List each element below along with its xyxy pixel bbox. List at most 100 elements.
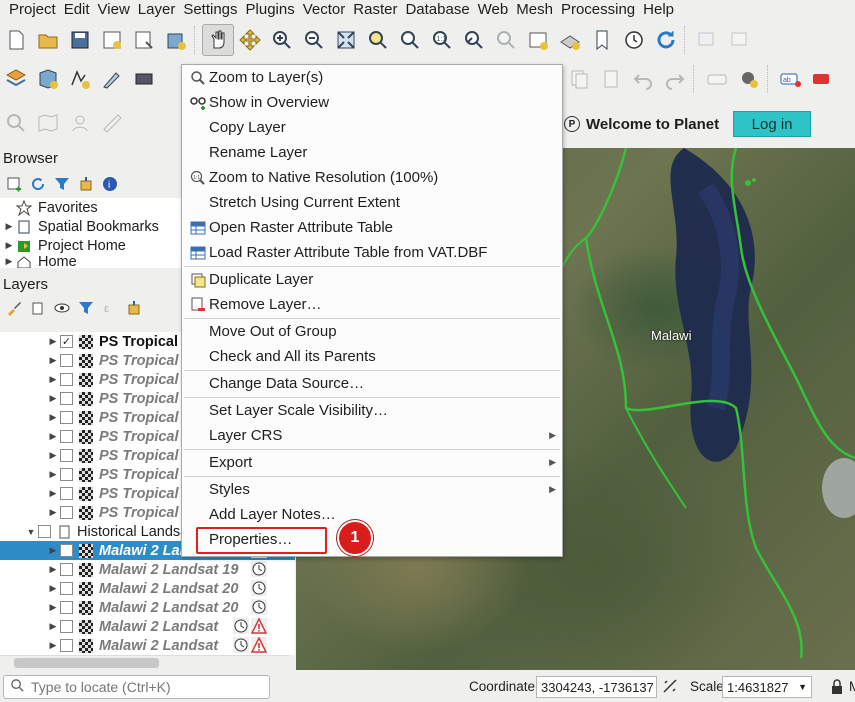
menu-project[interactable]: Project	[0, 0, 60, 19]
menu-item-zoom-to-layer-s[interactable]: Zoom to Layer(s)	[182, 65, 562, 90]
menu-edit[interactable]: Edit	[60, 0, 94, 19]
new-3d-view-icon[interactable]	[554, 24, 586, 56]
menu-vector[interactable]: Vector	[299, 0, 350, 19]
clock-icon[interactable]	[618, 24, 650, 56]
menu-item-export[interactable]: Export ▶	[182, 450, 562, 475]
layer-visibility-checkbox[interactable]	[60, 487, 73, 500]
expand-arrow-icon[interactable]: ▶	[46, 355, 60, 366]
layer-row[interactable]: ▶ Malawi 2 Landsat 19	[0, 560, 295, 579]
lock-scale-icon[interactable]	[830, 679, 844, 695]
menu-item-copy-layer[interactable]: Copy Layer	[182, 115, 562, 140]
select-features-icon[interactable]	[692, 24, 724, 56]
expand-arrow-icon[interactable]: ▶	[46, 507, 60, 518]
digitize-icon[interactable]	[96, 63, 128, 95]
expand-arrow-icon[interactable]: ▶	[2, 221, 16, 232]
warning-icon[interactable]	[251, 618, 267, 634]
zoom-next-icon[interactable]	[490, 24, 522, 56]
add-group-icon[interactable]	[28, 298, 48, 318]
expand-arrow-icon[interactable]: ▶	[46, 450, 60, 461]
label-text-icon[interactable]: ab	[775, 63, 807, 95]
undo-icon[interactable]	[627, 63, 659, 95]
user-icon[interactable]	[64, 107, 96, 139]
expand-all-icon[interactable]	[124, 298, 144, 318]
coordinate-field[interactable]: 3304243, -1736137	[536, 676, 657, 698]
expand-arrow-icon[interactable]: ▶	[46, 602, 60, 613]
layer-visibility-checkbox[interactable]	[60, 373, 73, 386]
expand-arrow-icon[interactable]: ▶	[46, 469, 60, 480]
menu-item-rename-layer[interactable]: Rename Layer	[182, 140, 562, 165]
menu-item-add-layer-notes[interactable]: Add Layer Notes…	[182, 502, 562, 527]
scrollbar-thumb[interactable]	[14, 658, 159, 668]
new-map-view-icon[interactable]	[522, 24, 554, 56]
menu-help[interactable]: Help	[639, 0, 678, 19]
expand-arrow-icon[interactable]: ▶	[46, 640, 60, 651]
menu-item-open-raster-attribute-table[interactable]: Open Raster Attribute Table	[182, 215, 562, 240]
menu-item-change-data-source[interactable]: Change Data Source…	[182, 371, 562, 396]
expand-arrow-icon[interactable]: ▶	[46, 393, 60, 404]
paste-icon[interactable]	[595, 63, 627, 95]
pan-hand-icon[interactable]	[202, 24, 234, 56]
layer-visibility-checkbox[interactable]	[60, 582, 73, 595]
filter-expression-icon[interactable]: ε	[100, 298, 120, 318]
layer-visibility-checkbox[interactable]	[60, 639, 73, 652]
menu-item-set-layer-scale-visibility[interactable]: Set Layer Scale Visibility…	[182, 398, 562, 423]
zoom-full-icon[interactable]	[330, 24, 362, 56]
menu-layer[interactable]: Layer	[134, 0, 180, 19]
style-brush-icon[interactable]	[4, 298, 24, 318]
scale-field[interactable]: 1:4631827 ▼	[722, 676, 812, 698]
new-shapefile-icon[interactable]	[64, 63, 96, 95]
style-manager-icon[interactable]	[160, 24, 192, 56]
menu-item-remove-layer[interactable]: Remove Layer…	[182, 292, 562, 317]
add-vector-layer-icon[interactable]	[32, 63, 64, 95]
menu-processing[interactable]: Processing	[557, 0, 639, 19]
layer-visibility-checkbox[interactable]	[60, 430, 73, 443]
map-tips-icon[interactable]	[32, 107, 64, 139]
menu-database[interactable]: Database	[401, 0, 473, 19]
expand-arrow-icon[interactable]: ▶	[46, 545, 60, 556]
filter-legend-icon[interactable]	[76, 298, 96, 318]
menu-item-styles[interactable]: Styles ▶	[182, 477, 562, 502]
save-project-icon[interactable]	[64, 24, 96, 56]
menu-item-check-and-all-its-parents[interactable]: Check and All its Parents	[182, 344, 562, 369]
diagram-icon[interactable]	[733, 63, 765, 95]
menu-item-layer-crs[interactable]: Layer CRS ▶	[182, 423, 562, 448]
layer-row[interactable]: ▶ Malawi 2 Landsat 20	[0, 579, 295, 598]
zoom-last-icon[interactable]	[458, 24, 490, 56]
visibility-eye-icon[interactable]	[52, 298, 72, 318]
pan-to-selection-icon[interactable]	[234, 24, 266, 56]
refresh-icon[interactable]	[650, 24, 682, 56]
deselect-icon[interactable]	[724, 24, 756, 56]
expand-arrow-icon[interactable]: ▶	[46, 488, 60, 499]
refresh-icon[interactable]	[28, 174, 48, 194]
menu-item-move-out-of-group[interactable]: Move Out of Group	[182, 319, 562, 344]
menu-plugins[interactable]: Plugins	[242, 0, 299, 19]
layer-visibility-checkbox[interactable]	[60, 354, 73, 367]
zoom-native-icon[interactable]: 1:1	[426, 24, 458, 56]
layer-visibility-checkbox[interactable]	[60, 601, 73, 614]
expand-arrow-icon[interactable]: ▶	[46, 412, 60, 423]
layer-row[interactable]: ▶ Malawi 2 Landsat 20	[0, 598, 295, 617]
expand-arrow-icon[interactable]: ▶	[46, 431, 60, 442]
expand-arrow-icon[interactable]: ▶	[2, 256, 16, 267]
menu-item-load-raster-attribute-table-from-vat-dbf[interactable]: Load Raster Attribute Table from VAT.DBF	[182, 240, 562, 265]
group-visibility-checkbox[interactable]	[38, 525, 51, 538]
filter-icon[interactable]	[52, 174, 72, 194]
open-project-icon[interactable]	[32, 24, 64, 56]
menu-item-stretch-using-current-extent[interactable]: Stretch Using Current Extent	[182, 190, 562, 215]
layers-horizontal-scrollbar[interactable]	[0, 655, 290, 669]
zoom-to-selection-icon[interactable]	[362, 24, 394, 56]
layer-visibility-checkbox[interactable]	[60, 563, 73, 576]
menu-item-duplicate-layer[interactable]: Duplicate Layer	[182, 267, 562, 292]
identify-search-icon[interactable]	[0, 107, 32, 139]
expand-arrow-icon[interactable]: ▶	[46, 564, 60, 575]
collapse-all-icon[interactable]	[76, 174, 96, 194]
expand-arrow-icon[interactable]: ▶	[46, 374, 60, 385]
menu-item-show-in-overview[interactable]: Show in Overview	[182, 90, 562, 115]
layer-row[interactable]: ▶ Malawi 2 Landsat	[0, 617, 295, 636]
zoom-to-layer-icon[interactable]	[394, 24, 426, 56]
menu-item-zoom-to-native-resolution-100[interactable]: 1:1 Zoom to Native Resolution (100%)	[182, 165, 562, 190]
expand-arrow-icon[interactable]: ▶	[46, 583, 60, 594]
locator-search-input[interactable]: Type to locate (Ctrl+K)	[3, 675, 270, 699]
extents-toggle-icon[interactable]	[661, 677, 679, 695]
expand-arrow-icon[interactable]: ▶	[2, 240, 16, 251]
